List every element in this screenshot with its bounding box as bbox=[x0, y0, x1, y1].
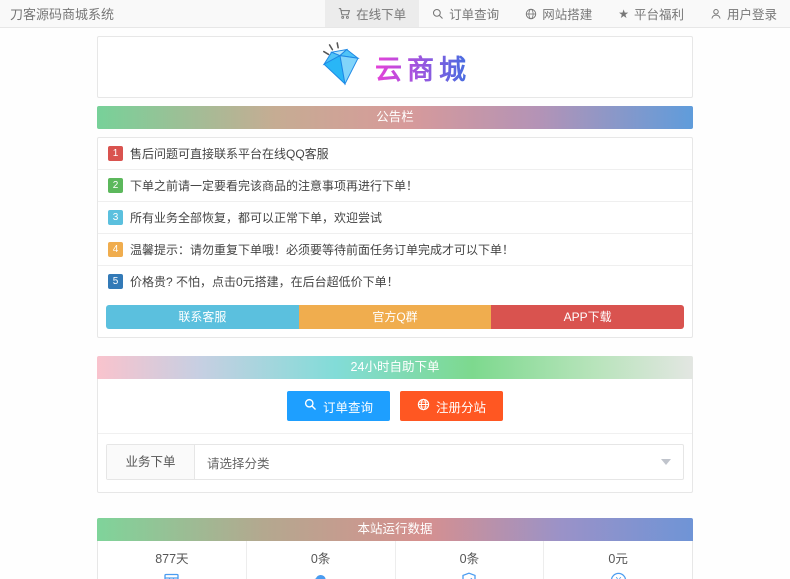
notice-number-badge: 3 bbox=[108, 210, 123, 225]
contact-service-button[interactable]: 联系客服 bbox=[106, 305, 299, 329]
calendar-icon bbox=[98, 570, 246, 579]
order-buttons-row: 订单查询 注册分站 bbox=[98, 379, 692, 433]
nav-item-label: 用户登录 bbox=[726, 8, 777, 22]
globe-icon bbox=[525, 8, 537, 20]
page: 刀客源码商城系统 在线下单 订单查询 网站搭建 ★ 平台福利 用户登录 云商城 … bbox=[0, 0, 790, 579]
globe-icon bbox=[417, 398, 430, 414]
register-substation-button-label: 注册分站 bbox=[436, 400, 487, 415]
notice-text: 所有业务全部恢复，都可以正常下单，欢迎尝试 bbox=[130, 211, 383, 225]
notice-item: 3 所有业务全部恢复，都可以正常下单，欢迎尝试 bbox=[98, 202, 692, 234]
self-order-section: 24小时自助下单 订单查询 注册分站 业务下单 请选择分类 bbox=[97, 356, 693, 493]
notice-item: 5 价格贵? 不怕，点击0元搭建，在后台超低价下单！ bbox=[98, 266, 692, 297]
category-select[interactable]: 请选择分类 bbox=[195, 445, 683, 479]
business-order-label: 业务下单 bbox=[107, 445, 195, 479]
site-stats-header: 本站运行数据 bbox=[97, 518, 693, 541]
notice-item: 4 温馨提示：请勿重复下单哦！必须要等待前面任务订单完成才可以下单！ bbox=[98, 234, 692, 266]
notice-number-badge: 4 bbox=[108, 242, 123, 257]
stat-order-count: 0条 本站订单数量 bbox=[247, 541, 396, 579]
stat-processed-orders: 0条 已处理订单数 bbox=[396, 541, 545, 579]
notice-board-card: 1 售后问题可直接联系平台在线QQ客服 2 下单之前请一定要看完该商品的注意事项… bbox=[97, 137, 693, 338]
site-stats-section: 本站运行数据 877天 本站运营天数 0条 本站订单数量 bbox=[97, 518, 693, 579]
notice-number-badge: 5 bbox=[108, 274, 123, 289]
nav-item-platform-benefits[interactable]: ★ 平台福利 bbox=[605, 0, 697, 27]
site-brand: 刀客源码商城系统 bbox=[10, 7, 115, 22]
self-order-header: 24小时自助下单 bbox=[97, 356, 693, 379]
category-select-value: 请选择分类 bbox=[207, 456, 270, 471]
register-substation-button[interactable]: 注册分站 bbox=[400, 391, 504, 421]
nav-item-online-order[interactable]: 在线下单 bbox=[325, 0, 420, 27]
divider bbox=[98, 433, 692, 434]
notice-text: 下单之前请一定要看完该商品的注意事项再进行下单！ bbox=[130, 179, 419, 193]
notice-text: 价格贵? 不怕，点击0元搭建，在后台超低价下单！ bbox=[130, 275, 399, 289]
official-qq-group-button[interactable]: 官方Q群 bbox=[298, 305, 492, 329]
nav-item-label: 网站搭建 bbox=[542, 8, 593, 22]
nav-item-user-login[interactable]: 用户登录 bbox=[697, 0, 790, 27]
shield-check-icon bbox=[396, 570, 544, 579]
search-icon bbox=[432, 8, 444, 20]
notice-text: 温馨提示：请勿重复下单哦！必须要等待前面任务订单完成才可以下单！ bbox=[130, 243, 515, 257]
stat-total-transactions: 0元 ¥ 累计交易金额 bbox=[544, 541, 692, 579]
search-icon bbox=[304, 398, 317, 414]
stat-value: 0条 bbox=[459, 552, 480, 566]
star-icon: ★ bbox=[618, 6, 629, 21]
notice-number-badge: 1 bbox=[108, 146, 123, 161]
nav-item-label: 平台福利 bbox=[633, 8, 684, 22]
cart-icon bbox=[338, 7, 351, 20]
stat-value: 0元 bbox=[608, 552, 628, 566]
main-content: 云商城 公告栏 1 售后问题可直接联系平台在线QQ客服 2 下单之前请一定要看完… bbox=[97, 36, 693, 579]
chevron-down-icon bbox=[661, 459, 671, 465]
business-order-form-row: 业务下单 请选择分类 bbox=[106, 444, 684, 480]
site-stats-card: 877天 本站运营天数 0条 本站订单数量 0条 bbox=[97, 541, 693, 579]
nav-item-site-build[interactable]: 网站搭建 bbox=[512, 0, 605, 27]
site-logo-text: 云商城 bbox=[375, 48, 471, 87]
user-icon bbox=[710, 8, 722, 20]
stat-value: 877天 bbox=[155, 552, 189, 566]
notice-item: 1 售后问题可直接联系平台在线QQ客服 bbox=[98, 138, 692, 170]
cloud-upload-icon bbox=[247, 570, 395, 579]
stat-value: 0条 bbox=[310, 552, 331, 566]
notice-item: 2 下单之前请一定要看完该商品的注意事项再进行下单！ bbox=[98, 170, 692, 202]
stat-operating-days: 877天 本站运营天数 bbox=[98, 541, 247, 579]
nav-item-label: 在线下单 bbox=[356, 8, 407, 22]
nav-menu: 在线下单 订单查询 网站搭建 ★ 平台福利 用户登录 bbox=[325, 0, 790, 27]
notice-action-buttons: 联系客服 官方Q群 APP下载 bbox=[106, 305, 685, 329]
nav-item-order-query[interactable]: 订单查询 bbox=[419, 0, 512, 27]
top-navbar: 刀客源码商城系统 在线下单 订单查询 网站搭建 ★ 平台福利 用户登录 bbox=[0, 0, 790, 28]
app-download-button[interactable]: APP下载 bbox=[491, 305, 685, 329]
self-order-card: 订单查询 注册分站 业务下单 请选择分类 bbox=[97, 379, 693, 493]
notice-text: 售后问题可直接联系平台在线QQ客服 bbox=[130, 147, 329, 161]
notice-number-badge: 2 bbox=[108, 178, 123, 193]
nav-item-label: 订单查询 bbox=[449, 8, 500, 22]
order-query-button-label: 订单查询 bbox=[322, 400, 373, 415]
svg-text:¥: ¥ bbox=[615, 575, 621, 579]
yen-circle-icon: ¥ bbox=[544, 570, 692, 579]
diamond-icon bbox=[319, 41, 365, 93]
logo-card: 云商城 bbox=[97, 36, 693, 98]
notice-board-header: 公告栏 bbox=[97, 106, 693, 129]
order-query-button[interactable]: 订单查询 bbox=[286, 391, 390, 421]
